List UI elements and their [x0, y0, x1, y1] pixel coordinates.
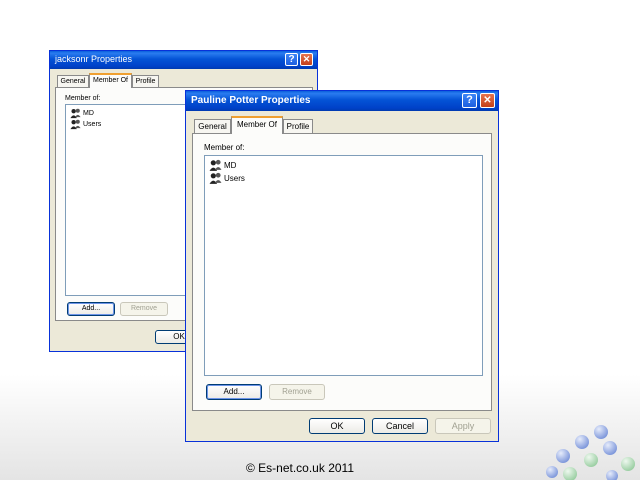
cancel-button[interactable]: Cancel [372, 418, 428, 434]
tab-profile[interactable]: Profile [283, 119, 313, 133]
list-item-label: Users [224, 174, 245, 183]
group-icon [209, 159, 222, 171]
tab-general[interactable]: General [194, 119, 231, 133]
remove-button[interactable]: Remove [120, 302, 168, 316]
help-icon[interactable]: ? [285, 53, 298, 66]
jacksonr-window-title: jacksonr Properties [55, 54, 133, 64]
bubbles-logo-icon [546, 425, 635, 480]
tab-member-of[interactable]: Member Of [89, 73, 132, 88]
list-item[interactable]: MD [70, 108, 94, 119]
group-icon [70, 108, 81, 119]
member-of-label: Member of: [65, 95, 101, 102]
tab-profile[interactable]: Profile [132, 75, 159, 87]
tab-general[interactable]: General [57, 75, 89, 87]
apply-button[interactable]: Apply [435, 418, 491, 434]
group-icon [209, 172, 222, 184]
member-of-label: Member of: [204, 143, 245, 152]
help-icon[interactable]: ? [462, 93, 477, 108]
remove-button[interactable]: Remove [269, 384, 325, 400]
list-item[interactable]: Users [70, 119, 101, 130]
tab-member-of[interactable]: Member Of [231, 116, 283, 134]
jacksonr-title-bar[interactable]: jacksonr Properties ? ✕ [50, 51, 317, 69]
group-icon [70, 119, 81, 130]
list-item-label: MD [224, 161, 237, 170]
close-icon[interactable]: ✕ [480, 93, 495, 108]
list-item-label: Users [83, 121, 102, 128]
member-of-list[interactable]: MD Users [204, 155, 483, 376]
pauline-potter-properties-window[interactable]: Pauline Potter Properties ? ✕ General Me… [185, 90, 499, 442]
copyright-footer: © Es-net.co.uk 2011 [245, 461, 354, 475]
pauline-potter-window-title: Pauline Potter Properties [191, 95, 311, 106]
ok-button[interactable]: OK [309, 418, 365, 434]
add-button[interactable]: Add... [67, 302, 115, 316]
list-item[interactable]: MD [209, 159, 236, 172]
list-item[interactable]: Users [209, 172, 245, 185]
member-of-panel: Member of: MD Users Add... Remove [192, 133, 492, 411]
pauline-potter-title-bar[interactable]: Pauline Potter Properties ? ✕ [186, 91, 498, 111]
add-button[interactable]: Add... [206, 384, 262, 400]
list-item-label: MD [83, 110, 94, 117]
close-icon[interactable]: ✕ [300, 53, 313, 66]
